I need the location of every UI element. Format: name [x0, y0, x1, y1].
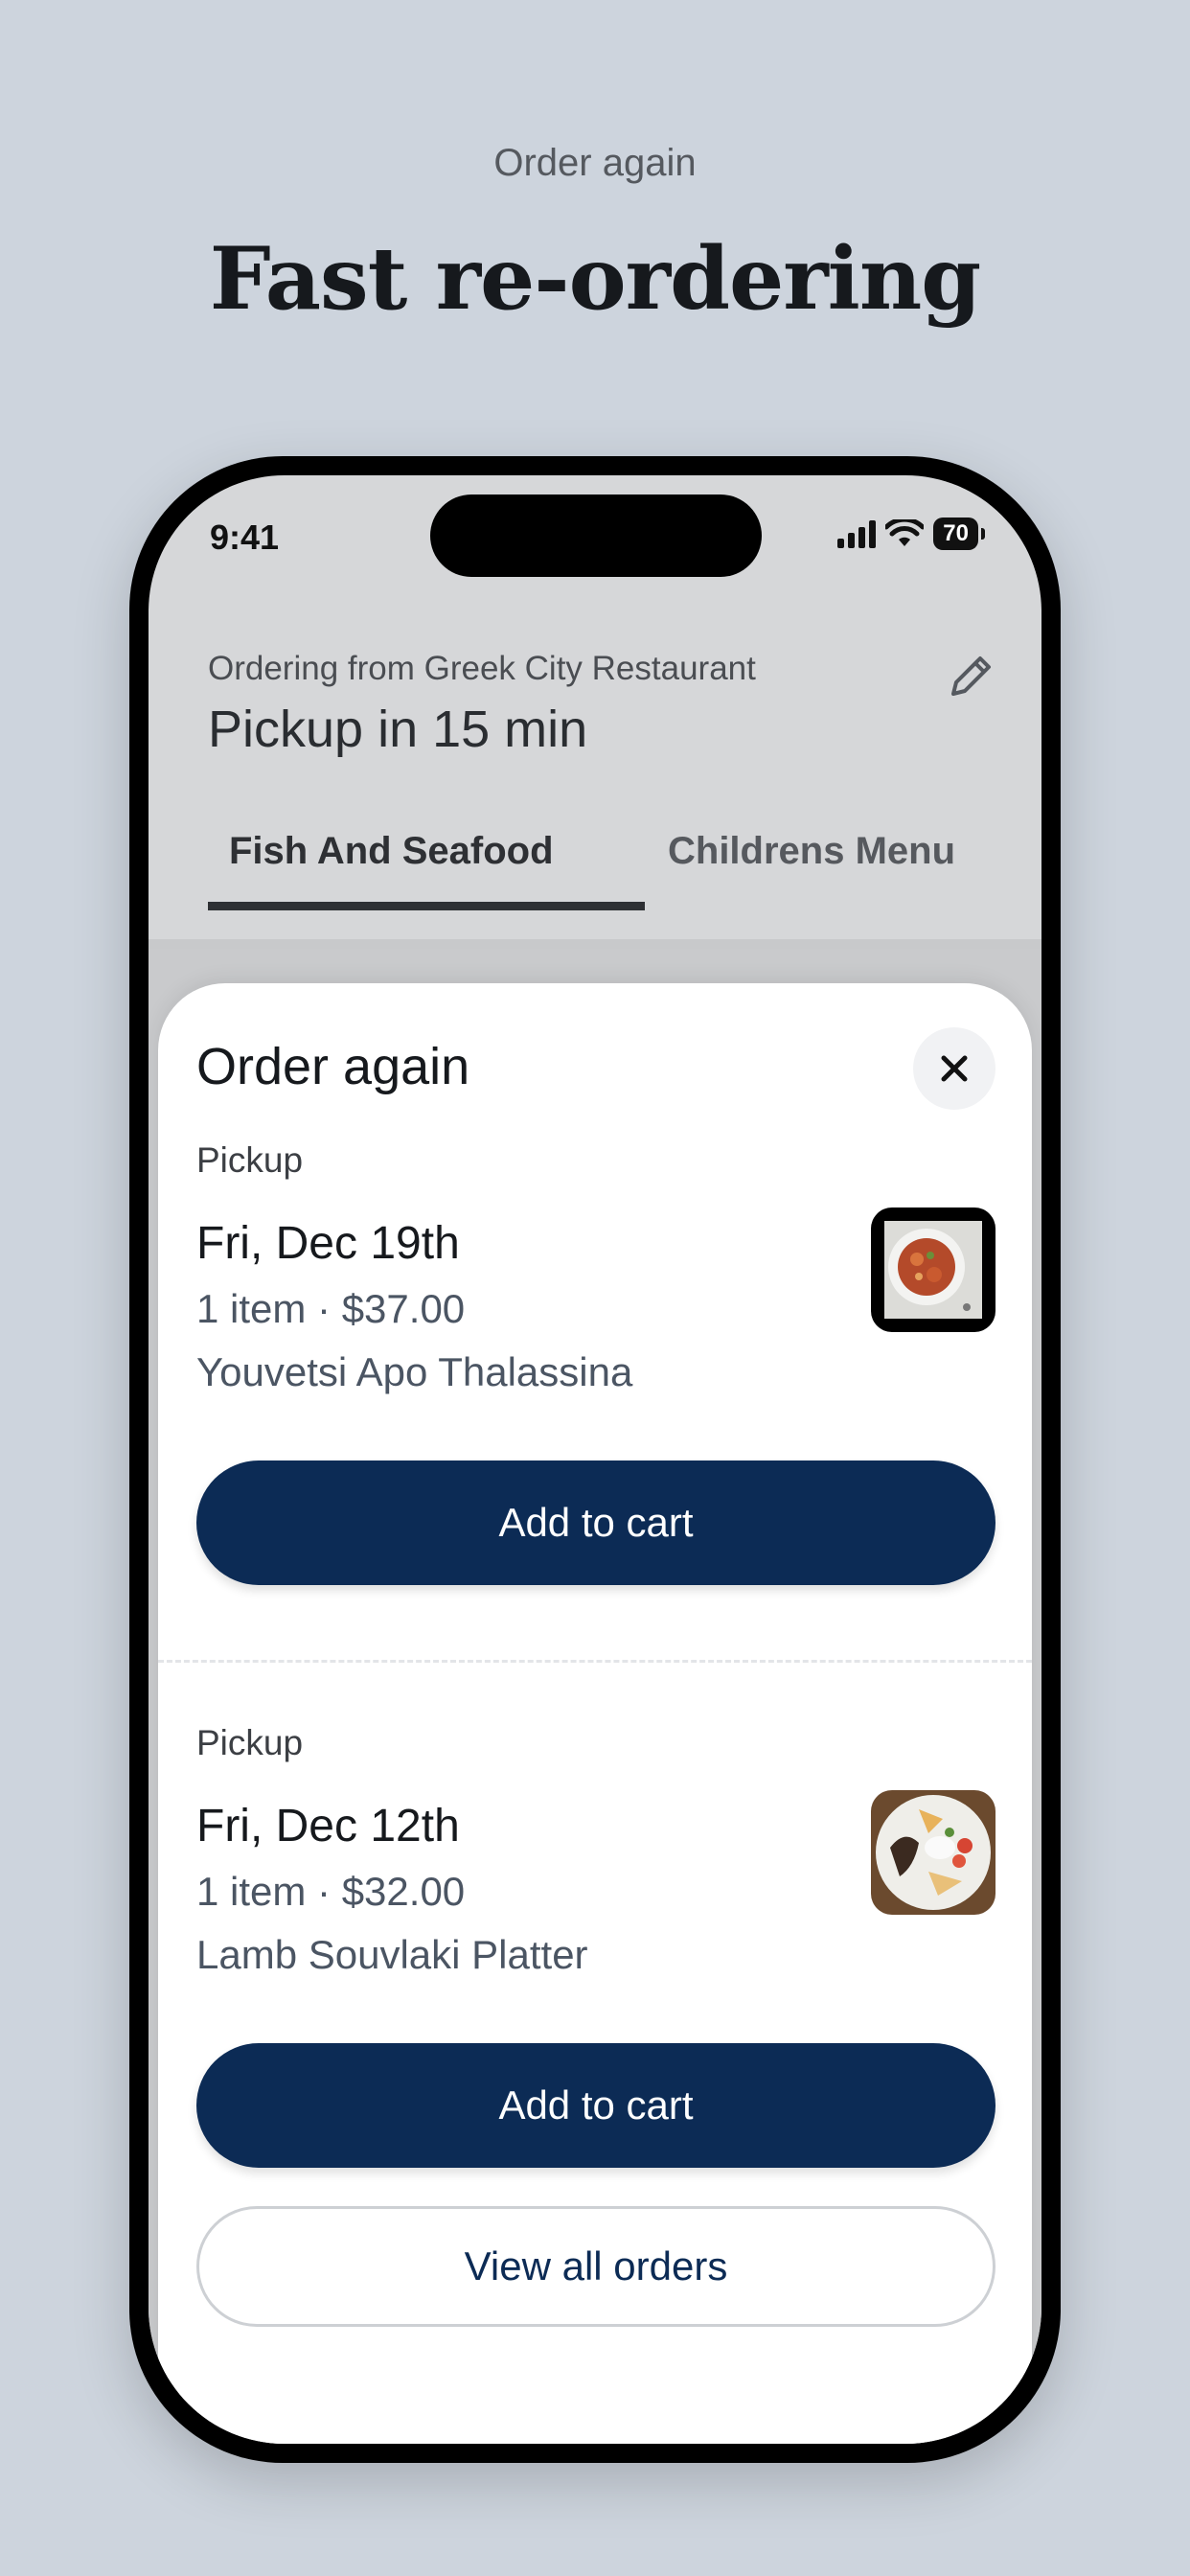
view-all-orders-button[interactable]: View all orders: [196, 2206, 995, 2327]
pickup-eta[interactable]: Pickup in 15 min: [208, 700, 587, 759]
dish-thumbnail: [871, 1208, 995, 1332]
order-date: Fri, Dec 19th: [196, 1218, 460, 1269]
order-item-name: Lamb Souvlaki Platter: [196, 1932, 588, 1977]
dish-thumbnail: [871, 1790, 995, 1915]
battery-icon: 70: [933, 518, 985, 550]
wifi-icon: [885, 519, 925, 546]
order-summary: 1 item · $37.00: [196, 1286, 466, 1331]
ordering-from-label: Ordering from Greek City Restaurant: [208, 650, 756, 687]
tab-childrens-menu[interactable]: Childrens Menu: [668, 830, 955, 873]
active-tab-indicator: [208, 902, 645, 910]
order-type: Pickup: [196, 1140, 304, 1180]
tabs-divider: [149, 939, 1041, 949]
add-to-cart-button[interactable]: Add to cart: [196, 2043, 995, 2168]
phone-frame: 9:41 70 Ordering from Greek City Restaur…: [129, 456, 1061, 2463]
promo-headline: Fast re-ordering: [209, 228, 982, 330]
close-button[interactable]: [913, 1027, 995, 1110]
status-time: 9:41: [210, 518, 280, 557]
pencil-icon[interactable]: [942, 648, 999, 705]
order-again-sheet: Order again Pickup Fri, Dec 19th 1 item …: [158, 983, 1032, 2444]
signal-icon: [837, 519, 877, 548]
promo-caption: Order again: [493, 142, 697, 184]
order-type: Pickup: [196, 1723, 304, 1762]
order-date: Fri, Dec 12th: [196, 1801, 460, 1852]
dynamic-island: [430, 494, 762, 577]
category-tabs: Fish And Seafood Childrens Menu: [149, 811, 1041, 935]
sheet-title: Order again: [196, 1038, 470, 1095]
order-item-name: Youvetsi Apo Thalassina: [196, 1349, 633, 1394]
order-summary: 1 item · $32.00: [196, 1869, 466, 1914]
phone-screen: 9:41 70 Ordering from Greek City Restaur…: [149, 475, 1041, 2444]
add-to-cart-button[interactable]: Add to cart: [196, 1460, 995, 1585]
tab-fish-and-seafood[interactable]: Fish And Seafood: [229, 830, 554, 873]
status-indicators: 70: [837, 518, 985, 550]
order-divider: [158, 1660, 1032, 1663]
close-icon: [941, 1055, 968, 1082]
